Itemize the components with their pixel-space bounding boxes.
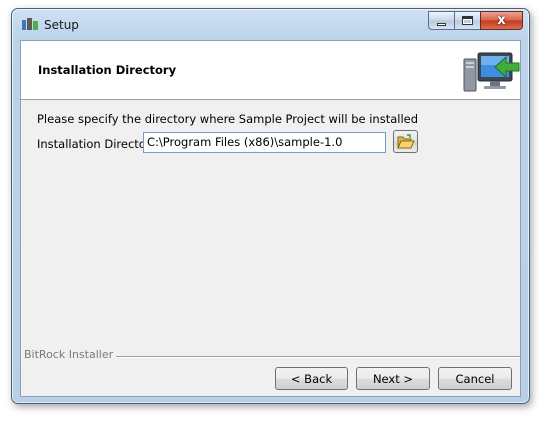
instruction-text: Please specify the directory where Sampl… [37,112,419,126]
installation-directory-label: Installation Directory [37,137,158,151]
installation-directory-input[interactable]: C:\Program Files (x86)\sample-1.0 [143,132,386,153]
title-bar[interactable]: Setup x [12,9,529,39]
close-icon: x [497,13,506,28]
computer-install-icon [463,52,520,92]
minimize-icon [437,23,446,26]
dialog-body: Installation Directory Please specify th… [20,40,521,397]
maximize-button[interactable] [454,11,480,30]
back-button[interactable]: < Back [275,367,348,390]
header-band: Installation Directory [21,41,520,100]
maximize-icon [462,16,473,25]
next-button[interactable]: Next > [356,367,430,390]
folder-open-icon [397,134,415,149]
window-title: Setup [44,18,79,32]
setup-app-icon [22,18,38,30]
installer-brand-label: BitRock Installer [21,348,117,361]
close-button[interactable]: x [480,11,523,30]
minimize-button[interactable] [428,11,454,30]
cancel-button[interactable]: Cancel [438,367,512,390]
browse-button[interactable] [393,130,418,153]
caption-buttons: x [428,11,523,30]
setup-window: Setup x Installation Directory Please sp… [11,8,530,404]
page-title: Installation Directory [38,63,177,77]
